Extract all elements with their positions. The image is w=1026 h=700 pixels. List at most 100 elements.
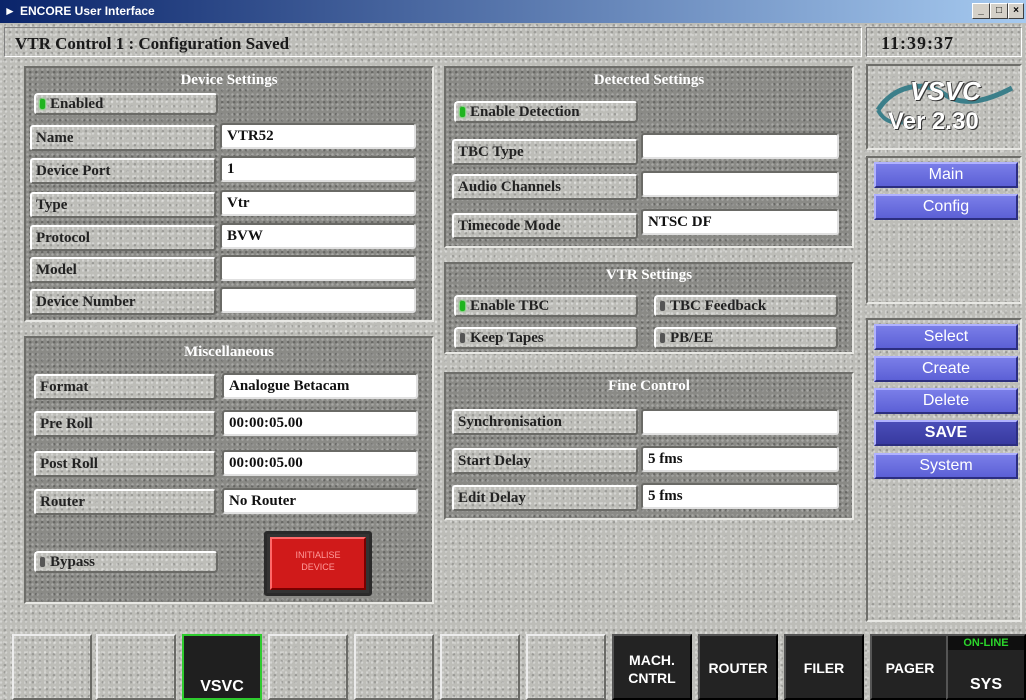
fkey-mach-cntrl[interactable]: MACH. CNTRL: [612, 634, 692, 700]
synchronisation-label: Synchronisation: [452, 409, 638, 435]
pre-roll-label: Pre Roll: [34, 411, 216, 437]
fkey-vsvc-label: VSVC: [200, 678, 244, 695]
start-delay-field[interactable]: 5 fms: [641, 446, 839, 472]
bypass-led-icon: [40, 557, 45, 567]
create-button[interactable]: Create: [874, 356, 1018, 382]
fkey-pager-label: PAGER: [885, 660, 935, 676]
initialise-line1: INITIALISE: [295, 550, 341, 560]
tbc-type-field[interactable]: [641, 133, 839, 159]
fine-control-title: Fine Control: [608, 378, 690, 394]
type-label: Type: [30, 192, 216, 218]
pre-roll-field[interactable]: 00:00:05.00: [222, 410, 418, 436]
fkey-cntrl-label: CNTRL: [628, 670, 676, 686]
protocol-label: Protocol: [30, 225, 216, 251]
system-button[interactable]: System: [874, 453, 1018, 479]
device-port-label: Device Port: [30, 158, 216, 184]
device-port-field[interactable]: 1: [220, 156, 416, 182]
logo-title: VSVC: [910, 76, 981, 106]
router-label: Router: [34, 489, 216, 515]
protocol-field[interactable]: BVW: [220, 223, 416, 249]
post-roll-field[interactable]: 00:00:05.00: [222, 450, 418, 476]
enable-detection-led-icon: [460, 107, 465, 117]
maximize-button[interactable]: □: [990, 3, 1008, 19]
fkey-filer[interactable]: FILER: [784, 634, 864, 700]
status-message: VTR Control 1 : Configuration Saved: [15, 34, 290, 53]
fkey-router[interactable]: ROUTER: [698, 634, 778, 700]
tbc-type-label: TBC Type: [452, 139, 638, 165]
keep-tapes-toggle[interactable]: Keep Tapes: [454, 327, 638, 349]
fkey-blank-4[interactable]: [354, 634, 434, 700]
fkey-vsvc[interactable]: VSVC: [182, 634, 262, 700]
minimize-button[interactable]: _: [972, 3, 990, 19]
main-button[interactable]: Main: [874, 162, 1018, 188]
keep-tapes-label: Keep Tapes: [470, 330, 544, 346]
logo-version: Ver 2.30: [888, 108, 979, 135]
window-title-bar: ► ENCORE User Interface _ □ ×: [0, 0, 1026, 23]
vsvc-logo: VSVC Ver 2.30: [866, 64, 1022, 150]
format-field[interactable]: Analogue Betacam: [222, 373, 418, 399]
initialise-device-button[interactable]: INITIALISE DEVICE: [264, 531, 372, 596]
keep-tapes-led-icon: [460, 333, 465, 343]
initialise-device-face: INITIALISE DEVICE: [270, 537, 366, 590]
post-roll-label: Post Roll: [34, 451, 216, 477]
synchronisation-field[interactable]: [641, 409, 839, 435]
model-field[interactable]: [220, 255, 416, 281]
status-bar: VTR Control 1 : Configuration Saved: [4, 27, 862, 57]
edit-delay-field[interactable]: 5 fms: [641, 483, 839, 509]
window-title: ENCORE User Interface: [20, 4, 155, 18]
app-icon: ►: [4, 4, 16, 18]
close-button[interactable]: ×: [1008, 3, 1024, 19]
enable-tbc-label: Enable TBC: [470, 298, 550, 314]
fkey-blank-1[interactable]: [12, 634, 92, 700]
initialise-line2: DEVICE: [301, 562, 335, 572]
fkey-blank-5[interactable]: [440, 634, 520, 700]
online-indicator: ON-LINE: [948, 636, 1024, 650]
clock: 11:39:37: [866, 27, 1022, 57]
device-number-field[interactable]: [220, 287, 416, 313]
fkey-blank-6[interactable]: [526, 634, 606, 700]
pb-ee-led-icon: [660, 333, 665, 343]
router-field[interactable]: No Router: [222, 488, 418, 514]
enable-tbc-led-icon: [460, 301, 465, 311]
bypass-toggle[interactable]: Bypass: [34, 551, 218, 573]
type-field[interactable]: Vtr: [220, 190, 416, 216]
device-settings-title: Device Settings: [180, 72, 278, 88]
enable-tbc-toggle[interactable]: Enable TBC: [454, 295, 638, 317]
tbc-feedback-toggle[interactable]: TBC Feedback: [654, 295, 838, 317]
audio-channels-field[interactable]: [641, 171, 839, 197]
name-field[interactable]: VTR52: [220, 123, 416, 149]
tbc-feedback-label: TBC Feedback: [670, 298, 767, 314]
bypass-label: Bypass: [50, 554, 96, 570]
fkey-mach-label: MACH.: [629, 652, 675, 668]
fkey-blank-3[interactable]: [268, 634, 348, 700]
miscellaneous-title: Miscellaneous: [184, 344, 274, 360]
save-button[interactable]: SAVE: [874, 420, 1018, 446]
audio-channels-label: Audio Channels: [452, 174, 638, 200]
enabled-toggle[interactable]: Enabled: [34, 93, 218, 115]
model-label: Model: [30, 257, 216, 283]
fkey-pager[interactable]: PAGER: [870, 634, 950, 700]
fkey-router-label: ROUTER: [708, 660, 768, 676]
format-label: Format: [34, 374, 216, 400]
fkey-blank-2[interactable]: [96, 634, 176, 700]
device-number-label: Device Number: [30, 289, 216, 315]
clock-time: 11:39:37: [881, 33, 954, 53]
enable-detection-label: Enable Detection: [470, 104, 580, 120]
enable-detection-toggle[interactable]: Enable Detection: [454, 101, 638, 123]
config-button[interactable]: Config: [874, 194, 1018, 220]
start-delay-label: Start Delay: [452, 448, 638, 474]
fkey-sys-label: SYS: [969, 676, 1002, 693]
pb-ee-label: PB/EE: [670, 330, 714, 346]
fkey-filer-label: FILER: [803, 660, 845, 676]
vtr-settings-title: VTR Settings: [605, 267, 693, 283]
timecode-mode-field[interactable]: NTSC DF: [641, 209, 839, 235]
name-label: Name: [30, 125, 216, 151]
enabled-label: Enabled: [50, 96, 104, 112]
pb-ee-toggle[interactable]: PB/EE: [654, 327, 838, 349]
edit-delay-label: Edit Delay: [452, 485, 638, 511]
select-button[interactable]: Select: [874, 324, 1018, 350]
detected-settings-title: Detected Settings: [593, 72, 705, 88]
side-nav: Main Config: [866, 156, 1022, 304]
delete-button[interactable]: Delete: [874, 388, 1018, 414]
fkey-sys[interactable]: ON-LINE SYS: [946, 634, 1026, 700]
